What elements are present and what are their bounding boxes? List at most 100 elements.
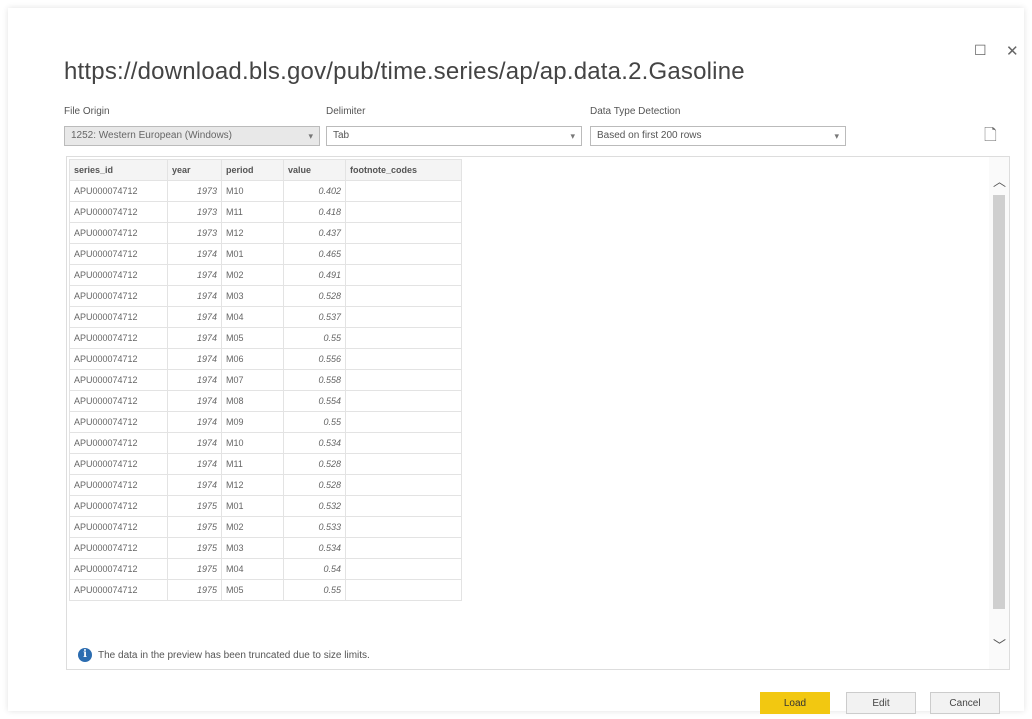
chevron-up-icon[interactable]: ︿ — [993, 171, 1006, 190]
table-cell: APU000074712 — [69, 264, 168, 286]
table-cell: 0.54 — [283, 558, 346, 580]
table-row: APU000074712 1974 M04 0.537 — [69, 306, 462, 328]
table-cell: 1975 — [167, 558, 222, 580]
table-cell: M04 — [221, 558, 284, 580]
table-cell — [345, 516, 462, 538]
table-cell — [345, 327, 462, 349]
table-cell: 0.528 — [283, 453, 346, 475]
table-cell: APU000074712 — [69, 180, 168, 202]
delimiter-select[interactable]: Tab ▾ — [326, 126, 582, 146]
table-row: APU000074712 1974 M03 0.528 — [69, 285, 462, 307]
table-header-row: series_id year period value footnote_cod… — [69, 159, 462, 181]
table-row: APU000074712 1974 M10 0.534 — [69, 432, 462, 454]
table-cell: 1974 — [167, 453, 222, 475]
table-cell: 0.534 — [283, 537, 346, 559]
file-origin-value: 1252: Western European (Windows) — [71, 130, 233, 141]
table-cell: M07 — [221, 369, 284, 391]
table-cell: 1974 — [167, 306, 222, 328]
table-cell — [345, 348, 462, 370]
copy-icon[interactable]: 🗋 — [984, 124, 997, 151]
table-row: APU000074712 1974 M12 0.528 — [69, 474, 462, 496]
table-cell: APU000074712 — [69, 411, 168, 433]
table-row: APU000074712 1973 M11 0.418 — [69, 201, 462, 223]
table-cell: 0.556 — [283, 348, 346, 370]
table-row: APU000074712 1973 M12 0.437 — [69, 222, 462, 244]
table-cell — [345, 243, 462, 265]
table-cell: 1974 — [167, 264, 222, 286]
close-icon[interactable]: ✕ — [1006, 42, 1019, 60]
table-cell: 1974 — [167, 285, 222, 307]
table-row: APU000074712 1975 M02 0.533 — [69, 516, 462, 538]
file-origin-label: File Origin — [64, 106, 110, 117]
table-cell: 0.55 — [283, 579, 346, 601]
data-type-select[interactable]: Based on first 200 rows ▾ — [590, 126, 846, 146]
chevron-down-icon[interactable]: ﹀ — [993, 635, 1006, 654]
table-cell — [345, 369, 462, 391]
table-cell: M05 — [221, 579, 284, 601]
table-cell: M09 — [221, 411, 284, 433]
table-cell — [345, 306, 462, 328]
table-row: APU000074712 1974 M06 0.556 — [69, 348, 462, 370]
table-row: APU000074712 1975 M04 0.54 — [69, 558, 462, 580]
scrollbar-thumb[interactable] — [993, 195, 1005, 609]
chevron-down-icon: ▾ — [834, 131, 839, 141]
delimiter-value: Tab — [333, 130, 350, 141]
table-cell: APU000074712 — [69, 474, 168, 496]
table-cell: APU000074712 — [69, 537, 168, 559]
truncation-notice: i The data in the preview has been trunc… — [78, 648, 370, 662]
table-cell: M01 — [221, 495, 284, 517]
table-cell: 0.55 — [283, 411, 346, 433]
table-cell: 0.533 — [283, 516, 346, 538]
table-cell: APU000074712 — [69, 201, 168, 223]
table-cell: M03 — [221, 285, 284, 307]
table-cell: 0.534 — [283, 432, 346, 454]
load-button[interactable]: Load — [760, 692, 830, 714]
maximize-icon[interactable]: ☐ — [974, 42, 987, 59]
table-cell: 0.465 — [283, 243, 346, 265]
table-row: APU000074712 1975 M05 0.55 — [69, 579, 462, 601]
table-row: APU000074712 1975 M01 0.532 — [69, 495, 462, 517]
table-cell: 1973 — [167, 201, 222, 223]
table-cell — [345, 222, 462, 244]
table-cell: 1974 — [167, 348, 222, 370]
table-cell — [345, 201, 462, 223]
table-cell: APU000074712 — [69, 390, 168, 412]
table-cell: M10 — [221, 432, 284, 454]
table-cell: APU000074712 — [69, 306, 168, 328]
table-row: APU000074712 1974 M11 0.528 — [69, 453, 462, 475]
cancel-button[interactable]: Cancel — [930, 692, 1000, 714]
table-cell: 0.532 — [283, 495, 346, 517]
table-cell: 1973 — [167, 180, 222, 202]
table-cell: APU000074712 — [69, 222, 168, 244]
table-cell — [345, 579, 462, 601]
table-cell: APU000074712 — [69, 558, 168, 580]
table-cell: APU000074712 — [69, 243, 168, 265]
table-cell — [345, 495, 462, 517]
table-cell: APU000074712 — [69, 453, 168, 475]
table-cell — [345, 180, 462, 202]
table-cell: M02 — [221, 264, 284, 286]
table-cell: M11 — [221, 453, 284, 475]
table-cell: 1974 — [167, 243, 222, 265]
import-dialog: ☐ ✕ https://download.bls.gov/pub/time.se… — [8, 8, 1024, 714]
vertical-scrollbar[interactable]: ︿ ﹀ — [989, 157, 1009, 669]
column-header: series_id — [69, 159, 168, 181]
table-cell: M03 — [221, 537, 284, 559]
edit-button[interactable]: Edit — [846, 692, 916, 714]
preview-panel: series_id year period value footnote_cod… — [66, 156, 1010, 670]
table-row: APU000074712 1974 M08 0.554 — [69, 390, 462, 412]
table-cell — [345, 432, 462, 454]
table-cell — [345, 453, 462, 475]
delimiter-label: Delimiter — [326, 106, 366, 117]
table-cell: 0.491 — [283, 264, 346, 286]
table-cell: 1973 — [167, 222, 222, 244]
table-cell: 0.528 — [283, 474, 346, 496]
table-cell: M11 — [221, 201, 284, 223]
table-row: APU000074712 1975 M03 0.534 — [69, 537, 462, 559]
table-cell: M10 — [221, 180, 284, 202]
table-row: APU000074712 1974 M09 0.55 — [69, 411, 462, 433]
table-cell: 0.528 — [283, 285, 346, 307]
file-origin-select[interactable]: 1252: Western European (Windows) ▾ — [64, 126, 320, 146]
table-cell: 1975 — [167, 516, 222, 538]
table-cell: APU000074712 — [69, 327, 168, 349]
